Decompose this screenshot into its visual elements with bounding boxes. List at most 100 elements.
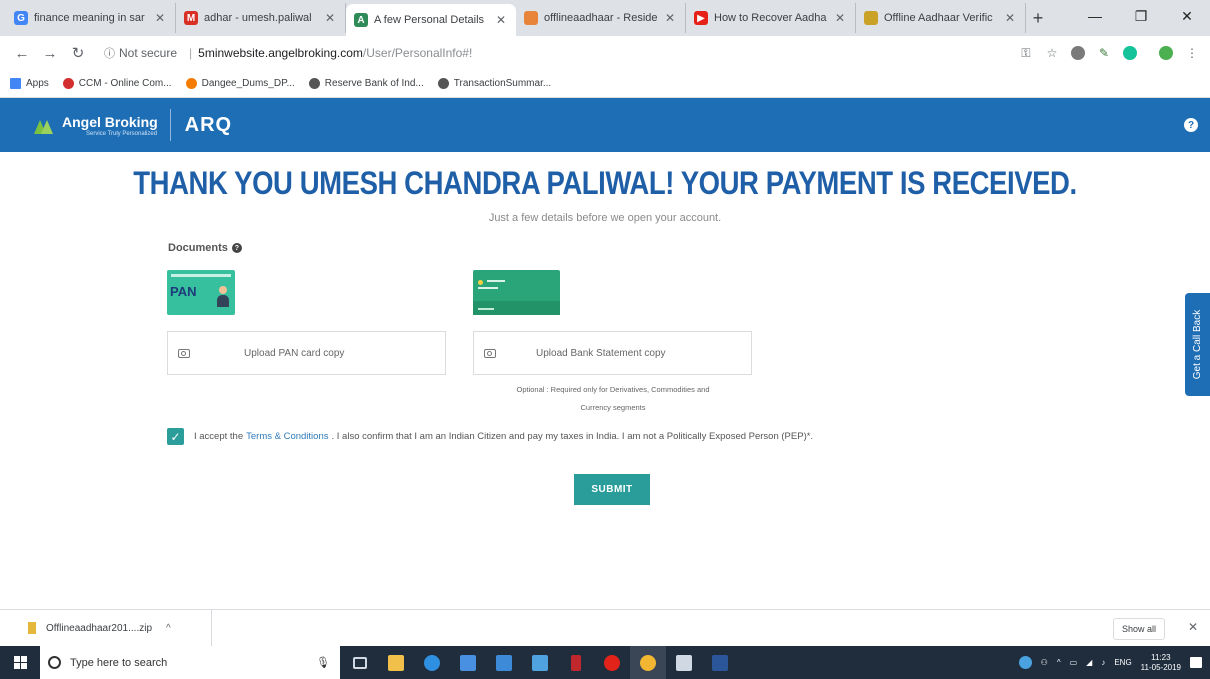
call-back-tab[interactable]: Get a Call Back (1185, 293, 1210, 396)
bookmark-label: Apps (26, 78, 49, 89)
call-back-label: Get a Call Back (1192, 309, 1204, 380)
clock-time: 11:23 (1151, 652, 1171, 662)
close-window-icon[interactable]: ✕ (1164, 0, 1210, 32)
network-app-icon[interactable] (666, 646, 702, 679)
bookmark-item[interactable]: Dangee_Dums_DP... (185, 78, 295, 89)
file-explorer-icon[interactable] (522, 646, 558, 679)
people-icon[interactable]: ⚇ (1041, 658, 1048, 667)
language-indicator[interactable]: ENG (1114, 658, 1131, 667)
system-tray: ⚇ ^ ▭ ◢ ♪ ENG 11:23 11-05-2019 (1018, 646, 1210, 679)
submit-button[interactable]: SUBMIT (574, 474, 650, 505)
key-icon[interactable]: ⚿ (1018, 45, 1034, 61)
close-tab-icon[interactable]: ✕ (833, 11, 847, 25)
info-icon[interactable]: ⓘ (104, 45, 115, 61)
help-icon[interactable]: ? (1184, 118, 1198, 132)
close-tab-icon[interactable]: ✕ (323, 11, 337, 25)
browser-tab[interactable]: Offline Aadhaar Verific ✕ (856, 3, 1026, 33)
bookmark-favicon-icon (62, 78, 74, 89)
bookmark-label: Reserve Bank of Ind... (324, 78, 424, 89)
browser-tab[interactable]: A A few Personal Details ✕ (346, 4, 516, 36)
reload-icon[interactable]: ↻ (64, 39, 92, 67)
browser-tab[interactable]: ▶ How to Recover Aadha ✕ (686, 3, 856, 33)
battery-icon[interactable]: ▭ (1070, 658, 1078, 667)
person-icon (217, 286, 229, 308)
youtube-icon: ▶ (694, 11, 708, 25)
zip-file-icon (28, 622, 36, 634)
back-icon[interactable]: ← (8, 39, 36, 67)
app-icon[interactable] (486, 646, 522, 679)
bookmark-label: TransactionSummar... (453, 78, 552, 89)
close-tab-icon[interactable]: ✕ (153, 11, 167, 25)
tab-list: Gfinance meaning in sar ✕ Madhar - umesh.p… (6, 0, 1026, 36)
camera-icon (484, 348, 496, 358)
close-tab-icon[interactable]: ✕ (663, 11, 677, 25)
netflix-icon[interactable] (558, 646, 594, 679)
browser-tab[interactable]: offlineaadhaar - Reside ✕ (516, 3, 686, 33)
microphone-icon[interactable]: 🎙 (316, 656, 330, 669)
pen-extension-icon[interactable]: ✎ (1096, 45, 1112, 61)
window-controls: — ❐ ✕ (1072, 0, 1210, 32)
tray-app-icon[interactable] (1018, 656, 1032, 669)
tray-expand-icon[interactable]: ^ (1057, 658, 1061, 667)
restore-icon[interactable]: ❐ (1118, 0, 1164, 32)
word-icon[interactable] (702, 646, 738, 679)
bookmark-item[interactable]: CCM - Online Com... (62, 78, 172, 89)
tab-title: Offline Aadhaar Verific (884, 12, 993, 24)
profile-avatar[interactable] (1158, 45, 1174, 61)
star-icon[interactable]: ☆ (1044, 45, 1060, 61)
tab-title: adhar - umesh.paliwal (204, 12, 312, 24)
upload-bank-statement-button[interactable]: Upload Bank Statement copy (473, 331, 752, 375)
store-icon[interactable] (378, 646, 414, 679)
extension-icon[interactable] (1070, 45, 1086, 61)
site-header: Angel Broking Service Truly Personalized… (0, 98, 1210, 152)
new-tab-button[interactable]: + (1026, 3, 1050, 33)
close-shelf-icon[interactable]: ✕ (1188, 620, 1198, 634)
cortana-icon (48, 656, 61, 669)
documents-label: Documents (168, 242, 228, 254)
minimize-icon[interactable]: — (1072, 0, 1118, 32)
grammarly-icon[interactable] (1122, 45, 1138, 61)
browser-tab-strip: Gfinance meaning in sar ✕ Madhar - umesh.p… (0, 0, 1210, 36)
close-tab-icon[interactable]: ✕ (1003, 11, 1017, 25)
dropbox-icon[interactable] (450, 646, 486, 679)
terms-link[interactable]: Terms & Conditions (246, 431, 328, 442)
upload-pan-button[interactable]: Upload PAN card copy (167, 331, 446, 375)
tab-title: A few Personal Details (374, 14, 485, 26)
taskbar-search[interactable]: Type here to search 🎙 (40, 646, 340, 679)
accept-checkbox[interactable]: ✓ (167, 428, 184, 445)
network-icon[interactable]: ◢ (1086, 658, 1092, 667)
url-host: 5minwebsite.angelbroking.com (198, 46, 363, 60)
task-view-icon[interactable] (342, 646, 378, 679)
apps-grid-icon (10, 78, 21, 89)
opera-icon[interactable] (594, 646, 630, 679)
download-item[interactable]: Offlineaadhaar201....zip ^ (0, 609, 212, 647)
address-separator: | (189, 46, 193, 60)
start-button[interactable] (0, 646, 40, 679)
menu-icon[interactable]: ⋮ (1184, 45, 1200, 61)
bookmark-item[interactable]: TransactionSummar... (437, 78, 552, 89)
browser-tab[interactable]: Madhar - umesh.paliwal ✕ (176, 3, 346, 33)
clock[interactable]: 11:23 11-05-2019 (1141, 653, 1181, 673)
edge-icon[interactable] (414, 646, 450, 679)
bookmark-item[interactable]: Reserve Bank of Ind... (308, 78, 424, 89)
brand-tagline: Service Truly Personalized (86, 130, 158, 137)
bookmark-favicon-icon (185, 78, 197, 89)
brand-block[interactable]: Angel Broking Service Truly Personalized (62, 114, 158, 137)
browser-tab[interactable]: Gfinance meaning in sar ✕ (6, 3, 176, 33)
close-tab-icon[interactable]: ✕ (494, 13, 508, 27)
show-all-button[interactable]: Show all (1112, 618, 1165, 640)
notifications-icon[interactable] (1190, 657, 1202, 668)
address-bar[interactable]: ⓘ Not secure | 5minwebsite.angelbroking.… (98, 40, 958, 66)
forward-icon[interactable]: → (36, 39, 64, 67)
chevron-up-icon[interactable]: ^ (166, 623, 171, 634)
pan-card-label: PAN (170, 284, 197, 299)
apps-bookmark[interactable]: Apps (10, 78, 49, 89)
terms-acceptance: ✓ I accept the Terms & Conditions . I al… (167, 428, 813, 445)
brand-name: Angel Broking (62, 113, 158, 130)
product-logo: ARQ (184, 113, 233, 136)
volume-icon[interactable]: ♪ (1101, 658, 1105, 667)
documents-help-icon[interactable]: ? (231, 243, 242, 253)
chrome-icon[interactable] (630, 646, 666, 679)
upload-pan-label: Upload PAN card copy (244, 347, 345, 359)
taskbar-search-placeholder: Type here to search (70, 656, 168, 669)
